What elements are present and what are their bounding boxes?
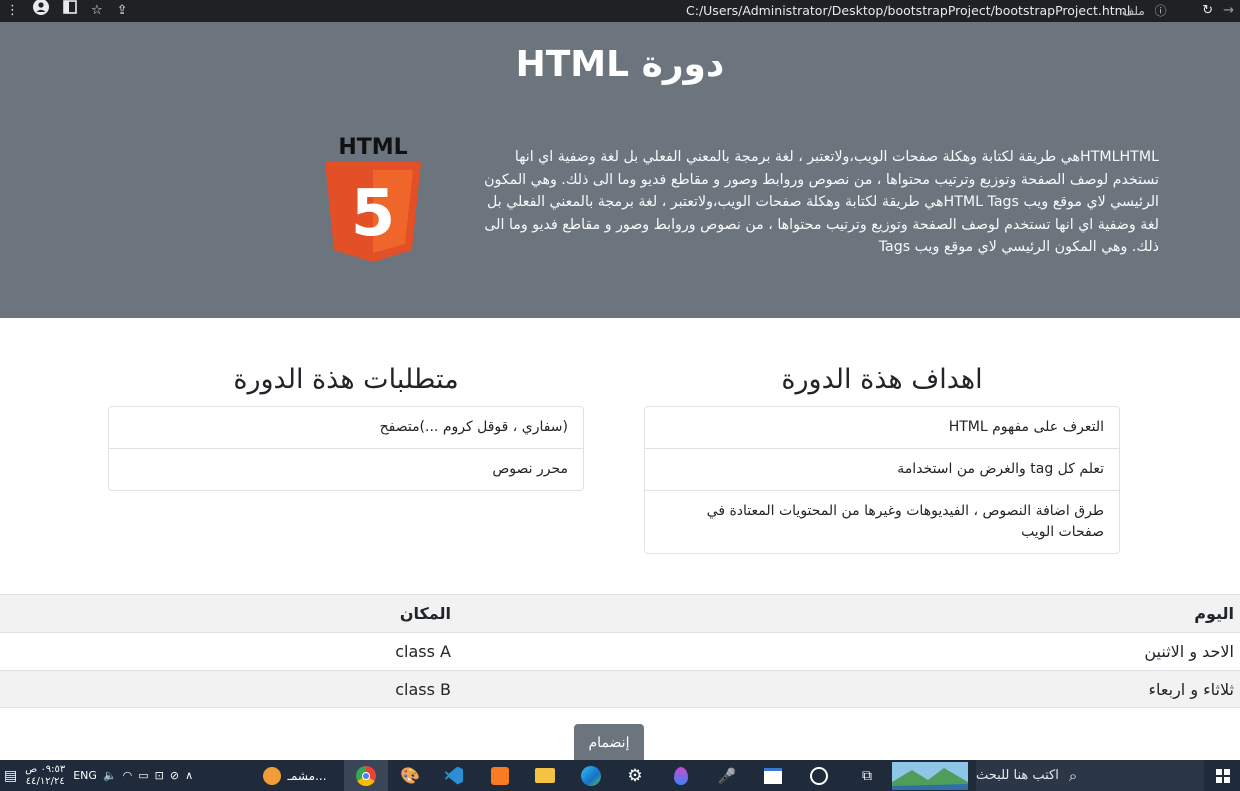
address-bar[interactable]: C:/Users/Administrator/Desktop/bootstrap… bbox=[686, 0, 1130, 22]
hero-paragraph: HTMLHTMLهي طريقة لكتابة وهكلة صفحات الوي… bbox=[484, 149, 1159, 256]
html5-logo-number: 5 bbox=[351, 177, 396, 251]
wifi-icon[interactable]: ◠ bbox=[123, 769, 133, 782]
table-header-place: المكان bbox=[399, 604, 451, 623]
table-row: الاحد و الاثنين class A bbox=[0, 632, 1240, 670]
file-label-text: ملف bbox=[1122, 4, 1145, 18]
search-icon: ⌕ bbox=[1068, 766, 1078, 785]
profile-icon[interactable] bbox=[33, 0, 49, 23]
info-icon[interactable]: ⓘ bbox=[1155, 4, 1167, 18]
taskbar-explorer[interactable] bbox=[524, 760, 566, 791]
search-highlight-image[interactable] bbox=[890, 760, 970, 791]
back-arrow-icon[interactable]: → bbox=[1223, 0, 1234, 22]
reload-icon[interactable]: ↻ bbox=[1202, 0, 1213, 22]
mute-icon[interactable]: ⊘ bbox=[170, 769, 179, 782]
store-icon bbox=[764, 767, 782, 784]
chrome-icon bbox=[356, 765, 376, 786]
clock[interactable]: ٠٩:٥٣ ص ٤٤/١٢/٢٤ bbox=[23, 764, 67, 788]
page-title: دورة HTML bbox=[515, 44, 725, 85]
list-item: طرق اضافة النصوص ، الفيديوهات وغيرها من … bbox=[706, 503, 1104, 540]
search-input[interactable]: ⌕ اكتب هنا للبحث bbox=[976, 760, 1204, 791]
folder-icon bbox=[535, 768, 555, 783]
taskbar-app-label: مشمـ... bbox=[287, 768, 327, 783]
table-cell-day: الاحد و الاثنين bbox=[1144, 642, 1234, 661]
bookmark-star-icon[interactable]: ☆ bbox=[91, 0, 103, 22]
table-cell-place: class B bbox=[395, 680, 451, 699]
table-header-day: اليوم bbox=[1194, 604, 1234, 623]
volume-icon[interactable]: 🔈 bbox=[103, 769, 117, 782]
taskbar-obs[interactable] bbox=[798, 760, 840, 791]
list-item: محرر نصوص bbox=[492, 461, 568, 477]
list-item: (سفاري ، قوقل كروم ...)متصفح bbox=[109, 407, 583, 449]
obs-icon bbox=[810, 766, 828, 785]
menu-dots-icon[interactable]: ⋮ bbox=[6, 0, 19, 22]
taskbar-app-mic[interactable]: 🎤 bbox=[706, 760, 748, 791]
table-cell-day: ثلاثاء و اربعاء bbox=[1148, 680, 1235, 699]
task-view-button[interactable]: ⧉ bbox=[846, 760, 888, 791]
html5-logo-text: HTML bbox=[338, 135, 407, 160]
weather-icon bbox=[263, 766, 282, 785]
taskbar-store[interactable] bbox=[752, 760, 794, 791]
browser-left-controls: ⋮ ☆ ⇪ bbox=[6, 0, 128, 22]
landscape-icon bbox=[892, 761, 968, 790]
xampp-icon bbox=[491, 766, 509, 785]
clock-date: ٤٤/١٢/٢٤ bbox=[25, 775, 65, 787]
tray-expand-icon[interactable]: ∧ bbox=[185, 769, 193, 782]
clock-time: ٠٩:٥٣ ص bbox=[25, 763, 66, 775]
list-item: التعرف على مفهوم HTML bbox=[645, 407, 1119, 449]
device-icon[interactable]: ⊡ bbox=[155, 769, 164, 782]
paint-icon: 🎨 bbox=[400, 766, 420, 785]
table-header-row: اليوم المكان bbox=[0, 594, 1240, 632]
taskbar-paint[interactable]: 🎨 bbox=[390, 760, 430, 791]
taskbar-chrome[interactable] bbox=[344, 760, 388, 791]
drop-icon bbox=[674, 766, 688, 785]
taskbar-vscode[interactable] bbox=[434, 760, 474, 791]
table-cell-place: class A bbox=[395, 642, 451, 661]
table-row: ثلاثاء و اربعاء class B bbox=[0, 670, 1240, 708]
browser-toolbar: ⋮ ☆ ⇪ C:/Users/Administrator/Desktop/boo… bbox=[0, 0, 1240, 22]
vscode-icon bbox=[445, 766, 463, 785]
system-tray: ▤ ٠٩:٥٣ ص ٤٤/١٢/٢٤ ENG 🔈 ◠ ▭ ⊡ ⊘ ∧ bbox=[0, 760, 193, 791]
goals-list: التعرف على مفهوم HTML تعلم كل tag والغرض… bbox=[644, 406, 1120, 554]
windows-icon bbox=[1216, 768, 1230, 783]
taskbar-xampp[interactable] bbox=[478, 760, 522, 791]
browser-right-controls: ↻ → bbox=[1202, 0, 1234, 22]
join-button[interactable]: إنضمام bbox=[574, 724, 644, 760]
start-button[interactable] bbox=[1206, 760, 1240, 791]
sidebar-icon[interactable] bbox=[63, 0, 77, 22]
goals-title: اهداف هذة الدورة bbox=[781, 364, 983, 395]
hero-section: دورة HTML HTML 5 HTMLHTMLهي طريقة لكتابة… bbox=[0, 22, 1240, 318]
edge-icon bbox=[581, 765, 601, 786]
requirements-title: متطلبات هذة الدورة bbox=[233, 364, 459, 395]
search-placeholder: اكتب هنا للبحث bbox=[976, 768, 1059, 783]
share-icon[interactable]: ⇪ bbox=[117, 0, 128, 22]
task-view-icon: ⧉ bbox=[862, 767, 872, 784]
gear-icon: ⚙ bbox=[627, 765, 643, 786]
taskbar-app-weather[interactable]: مشمـ... bbox=[260, 760, 330, 791]
file-label: ملف ⓘ bbox=[1122, 0, 1167, 22]
taskbar-edge[interactable] bbox=[570, 760, 612, 791]
battery-icon[interactable]: ▭ bbox=[138, 769, 148, 782]
list-item: تعلم كل tag والغرض من استخدامة bbox=[645, 449, 1119, 491]
microphone-icon: 🎤 bbox=[717, 766, 737, 785]
windows-taskbar: ▤ ٠٩:٥٣ ص ٤٤/١٢/٢٤ ENG 🔈 ◠ ▭ ⊡ ⊘ ∧ مشمـ.… bbox=[0, 760, 1240, 791]
language-indicator[interactable]: ENG bbox=[73, 769, 97, 782]
requirements-list: (سفاري ، قوقل كروم ...)متصفح محرر نصوص bbox=[108, 406, 584, 491]
notification-icon[interactable]: ▤ bbox=[4, 768, 17, 784]
html5-logo: HTML 5 bbox=[325, 135, 421, 262]
taskbar-settings[interactable]: ⚙ bbox=[614, 760, 656, 791]
taskbar-app-drop[interactable] bbox=[660, 760, 702, 791]
